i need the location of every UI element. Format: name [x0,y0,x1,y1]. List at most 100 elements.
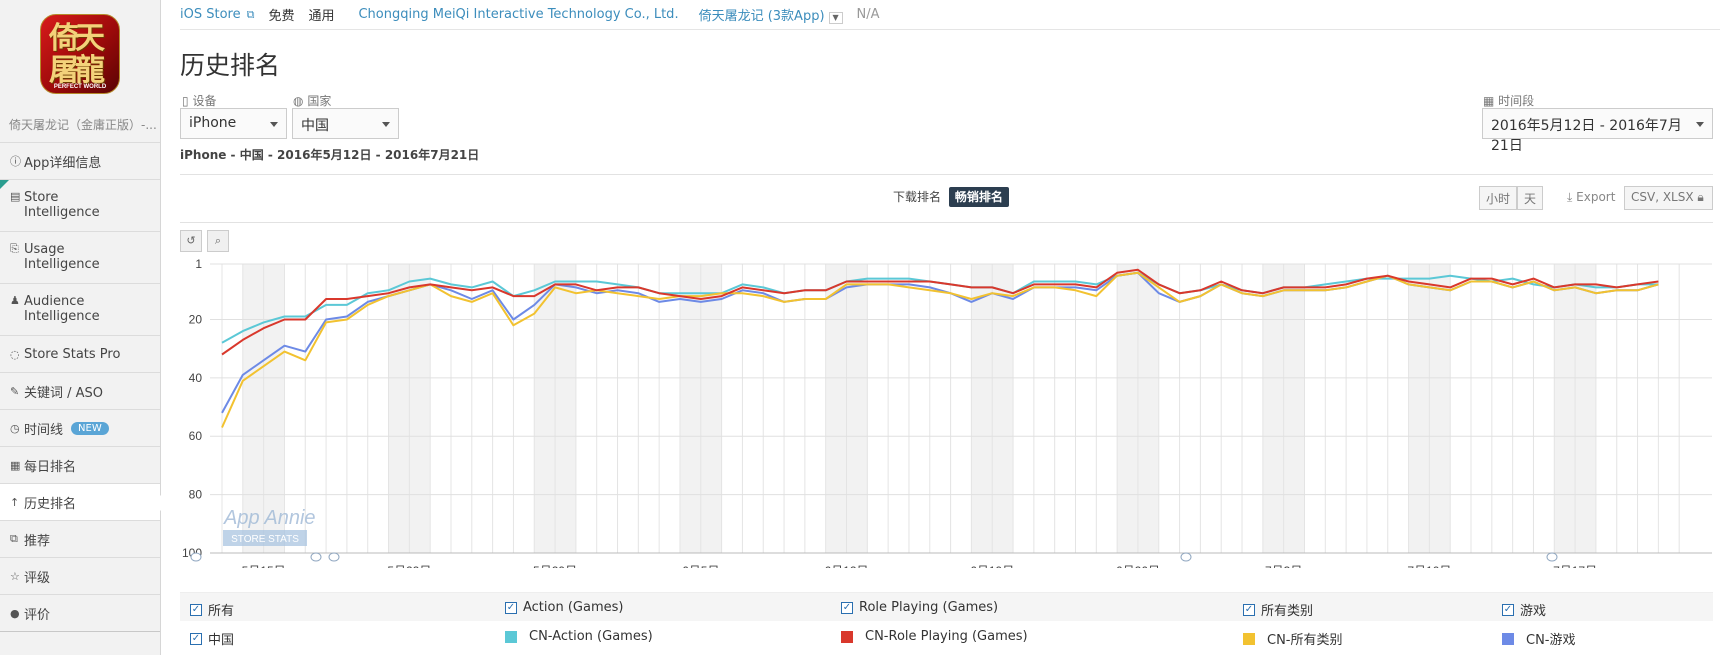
sidebar-item-2[interactable]: ⎘ Usage Intelligence [0,231,160,283]
legend-item-games[interactable]: ✓ 游戏 [1502,600,1546,619]
download-icon: ⤓ [1567,190,1573,204]
rank-type-toggle: 下载排名 畅销排名 [893,187,1009,207]
lock-icon: 🔒︎ [1697,190,1704,204]
y-tick-label: 60 [189,429,203,443]
reset-zoom-button[interactable]: ↺ [180,230,202,252]
legend-series-cn-games[interactable]: CN-游戏 [1502,629,1576,648]
legend-label: 所有类别 [1261,604,1314,619]
period-select[interactable]: 2016年5月12日 - 2016年7月21日 [1482,108,1713,154]
sidebar-item-6[interactable]: ◷ 时间线 NEW [0,409,160,446]
legend-label: 所有 [208,604,235,619]
checkbox-icon[interactable]: ✓ [841,601,853,614]
legend-label: 中国 [208,633,235,648]
category-label: 通用 [308,9,335,24]
store-link[interactable]: iOS Store ⧉ [180,7,254,22]
app-topbar: iOS Store ⧉ 免费 通用 Chongqing MeiQi Interac… [180,0,1720,30]
legend-item-action[interactable]: ✓ Action (Games) [505,600,623,615]
legend-swatch [1502,632,1514,645]
sidebar-item-label: Usage Intelligence [24,242,100,272]
y-tick-label: 20 [189,312,203,326]
range-handle [310,552,322,562]
x-tick-label: 7月17日 [1553,564,1597,568]
day-button[interactable]: 天 [1517,186,1544,210]
x-tick-label: 7月3日 [1265,564,1302,568]
x-tick-label: 6月19日 [970,564,1014,568]
legend-swatch [1243,632,1255,645]
sidebar-item-8[interactable]: ↑ 历史排名 [0,483,161,520]
sidebar-item-10[interactable]: ☆ 评级 [0,557,160,594]
period-label: 时间段 [1498,94,1535,108]
sidebar-item-0[interactable]: ⓘ App详细信息 [0,142,160,179]
divider [180,222,1713,223]
device-select[interactable]: iPhone [180,108,287,139]
price-label: 免费 [268,9,295,24]
sidebar-item-label: Store Stats Pro [24,346,121,362]
sidebar-item-label: 关键词 / ASO [24,385,104,401]
sidebar-item-1[interactable]: ▤ Store Intelligence [0,179,160,231]
legend-label: CN-Role Playing (Games) [865,629,1028,644]
period-select-value: 2016年5月12日 - 2016年7月21日 [1491,118,1682,154]
sidebar-item-label: 评价 [24,607,51,623]
device-label: 设备 [192,94,217,108]
app-name: 倚天屠龙记（金庸正版）-... [9,118,157,132]
sidebar-item-3[interactable]: ♟ Audience Intelligence [0,283,160,335]
legend-item-all-categories[interactable]: ✓ 所有类别 [1243,600,1313,619]
external-link-icon: ⧉ [246,8,255,21]
export-formats: CSV, XLSX [1631,190,1694,204]
checkbox-icon[interactable]: ✓ [1243,603,1255,616]
app-icon[interactable]: 倚天屠龍 PERFECT WORLD [40,14,120,94]
sidebar-item-label: 评级 [24,570,51,586]
sidebar-item-label: 每日排名 [24,459,77,475]
x-tick-label: 5月22日 [387,564,431,568]
arrow-up-icon: ↑ [10,495,20,509]
zoom-icon: ⌕ [214,234,222,247]
checkbox-icon[interactable]: ✓ [505,601,517,614]
legend-item-role-playing[interactable]: ✓ Role Playing (Games) [841,600,998,615]
grossing-rank-tab[interactable]: 畅销排名 [948,187,1009,207]
star-icon: ☆ [10,569,20,583]
export-label: ⤓ Export [1567,190,1615,205]
rating-value: N/A [856,7,880,22]
legend-item-china[interactable]: ✓ 中国 [190,629,234,648]
legend-row-categories: ✓ 所有 ✓ Action (Games) ✓ Role Playing (Games… [180,592,1713,621]
hour-button[interactable]: 小时 [1479,186,1518,210]
sidebar-item-label: 推荐 [24,533,51,549]
range-handle [328,552,340,562]
country-label-wrap: ◍ 国家 [293,92,331,109]
stats-icon: ◌ [10,347,20,361]
period-label-wrap: ▦ 时间段 [1483,92,1534,109]
publisher-link[interactable]: Chongqing MeiQi Interactive Technology C… [358,7,678,22]
app-icon-container: 倚天屠龍 PERFECT WORLD [0,0,160,108]
sidebar-nav: ⓘ App详细信息 ▤ Store Intelligence ⎘ Usage Intell… [0,142,161,632]
calendar-icon: ▦ [1483,94,1495,108]
download-rank-tab[interactable]: 下载排名 [893,190,941,204]
sidebar-item-9[interactable]: ⧉ 推荐 [0,520,160,557]
country-select[interactable]: 中国 [292,108,399,139]
checkbox-icon[interactable]: ✓ [190,603,202,616]
zoom-button[interactable]: ⌕ [207,230,229,252]
app-family-label: 倚天屠龙记 (3款App) [698,9,825,24]
legend-series-cn-all[interactable]: CN-所有类别 [1243,629,1343,648]
checkbox-icon[interactable]: ✓ [1502,603,1514,616]
sidebar-item-11[interactable]: ● 评价 [0,594,160,631]
export-button[interactable]: CSV, XLSX 🔒︎ [1624,186,1713,210]
corner-marker [0,180,9,189]
range-handle [1180,552,1192,562]
legend-swatch [505,630,517,643]
legend-item-all[interactable]: ✓ 所有 [190,600,234,619]
legend-label: Action (Games) [523,600,624,615]
store-label: iOS Store [180,7,241,22]
legend-series-cn-action[interactable]: CN-Action (Games) [505,629,653,644]
legend-series-cn-role-playing[interactable]: CN-Role Playing (Games) [841,629,1028,644]
sidebar-bottom-divider [0,631,160,632]
x-tick-label: 6月26日 [1116,564,1160,568]
sidebar-item-7[interactable]: ▦ 每日排名 [0,446,160,483]
rank-history-chart[interactable]: 1204060801005月15日5月22日5月29日6月5日6月12日6月19… [180,256,1713,568]
comment-icon: ● [10,606,20,620]
chevron-down-icon[interactable]: ▼ [828,12,843,24]
report-subtitle: iPhone - 中国 - 2016年5月12日 - 2016年7月21日 [180,148,480,162]
sidebar-item-5[interactable]: ✎ 关键词 / ASO [0,372,160,409]
checkbox-icon[interactable]: ✓ [190,632,202,645]
app-family-link[interactable]: 倚天屠龙记 (3款App) ▼ [699,5,843,24]
sidebar-item-4[interactable]: ◌ Store Stats Pro [0,335,160,372]
